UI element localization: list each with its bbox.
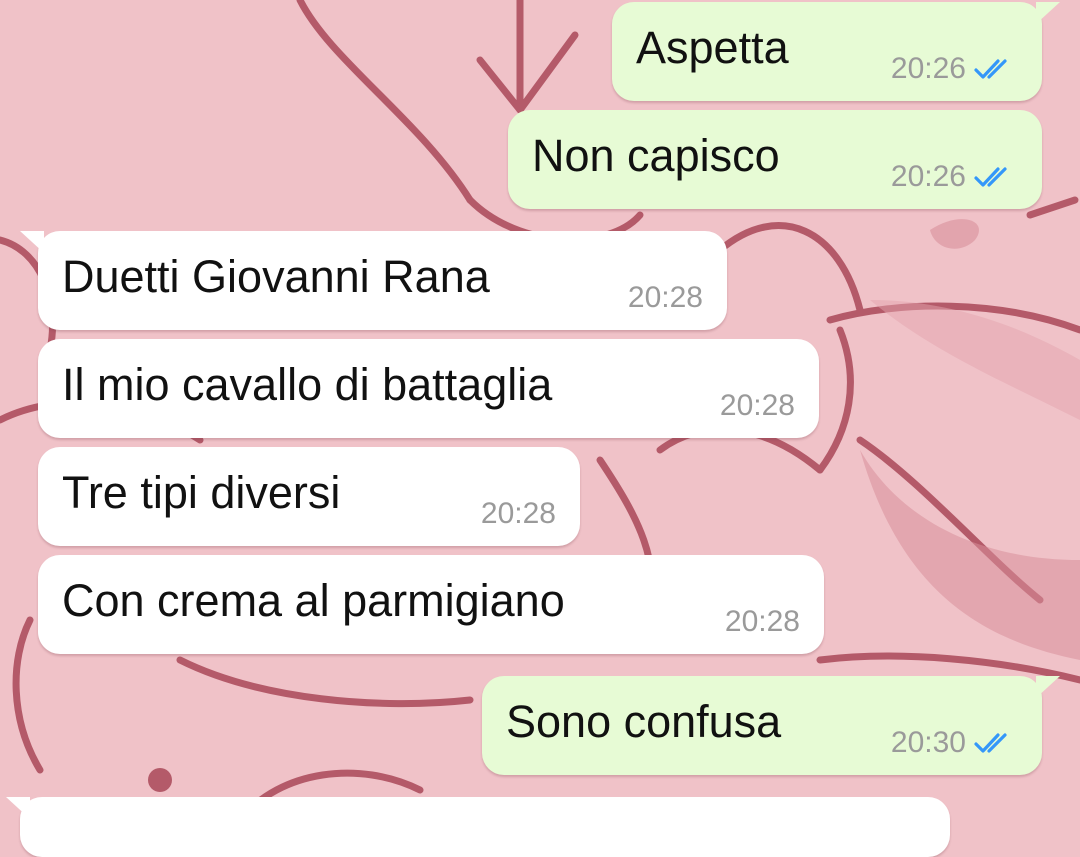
bubble-tail xyxy=(1036,2,1060,24)
incoming-message-partial[interactable] xyxy=(6,797,950,857)
bubble-tail xyxy=(1036,676,1060,698)
double-check-read-icon xyxy=(974,167,1007,187)
message-time: 20:28 xyxy=(480,497,556,530)
message-time: 20:26 xyxy=(890,52,966,85)
outgoing-message[interactable]: Sono confusa 20:30 xyxy=(482,676,1060,775)
message-text: Duetti Giovanni Rana xyxy=(62,251,490,302)
message-text: Sono confusa xyxy=(506,696,782,747)
incoming-message[interactable]: Tre tipi diversi 20:28 xyxy=(38,447,580,546)
message-time: 20:28 xyxy=(719,389,795,422)
message-time: 20:28 xyxy=(724,605,800,638)
message-text: Tre tipi diversi xyxy=(62,467,341,518)
message-time: 20:30 xyxy=(890,726,966,759)
outgoing-message[interactable]: Aspetta 20:26 xyxy=(612,2,1060,101)
message-text: Il mio cavallo di battaglia xyxy=(62,359,553,410)
double-check-read-icon xyxy=(974,59,1007,79)
message-text: Aspetta xyxy=(636,22,789,73)
incoming-message[interactable]: Il mio cavallo di battaglia 20:28 xyxy=(38,339,819,438)
chat-thread: Aspetta 20:26 Non capisco 20:26 Duetti G… xyxy=(0,0,1080,857)
message-time: 20:26 xyxy=(890,160,966,193)
double-check-read-icon xyxy=(974,733,1007,753)
message-text: Non capisco xyxy=(532,130,780,181)
bubble-tail xyxy=(6,797,30,819)
outgoing-message[interactable]: Non capisco 20:26 xyxy=(508,110,1042,209)
message-time: 20:28 xyxy=(627,281,703,314)
bubble-tail xyxy=(20,231,44,253)
incoming-message[interactable]: Con crema al parmigiano 20:28 xyxy=(38,555,824,654)
message-text: Con crema al parmigiano xyxy=(62,575,565,626)
incoming-message[interactable]: Duetti Giovanni Rana 20:28 xyxy=(20,231,727,330)
